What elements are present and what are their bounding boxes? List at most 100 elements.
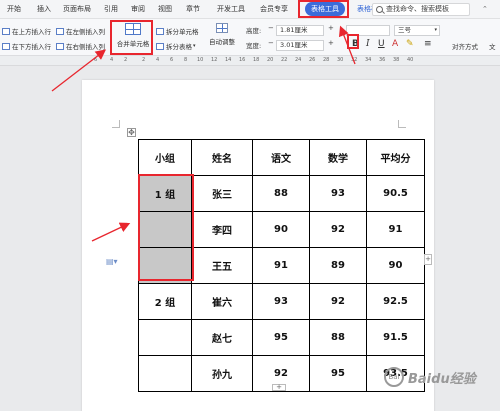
- width-increase-button[interactable]: +: [328, 39, 334, 47]
- height-label: 高度:: [246, 27, 262, 35]
- ruler-tick: 6: [94, 57, 98, 63]
- header-cell[interactable]: 数学: [309, 139, 367, 176]
- table-cell[interactable]: [138, 211, 192, 248]
- text-direction-button[interactable]: 文: [489, 41, 496, 51]
- table-cell[interactable]: 92.5: [366, 283, 425, 320]
- menu-developer[interactable]: 开发工具: [217, 4, 245, 14]
- add-column-button[interactable]: +: [424, 254, 432, 265]
- ruler-tick: 32: [351, 57, 358, 63]
- horizontal-ruler[interactable]: 6 4 2 2 4 6 8 10 12 14 16 18 20 22 24 26…: [0, 56, 500, 66]
- table-cell[interactable]: [138, 319, 192, 356]
- insert-col-right-label: 在右侧插入列: [66, 43, 105, 51]
- ruler-tick: 24: [295, 57, 302, 63]
- table-cell[interactable]: 91: [366, 211, 425, 248]
- insert-col-left-icon: [56, 27, 64, 35]
- header-cell[interactable]: 姓名: [191, 139, 253, 176]
- split-cells-button[interactable]: 拆分单元格: [156, 26, 199, 36]
- header-cell[interactable]: 平均分: [366, 139, 425, 176]
- split-cells-icon: [156, 27, 164, 35]
- table-cell[interactable]: 91: [252, 247, 310, 284]
- split-table-chevron-icon: ▾: [193, 43, 196, 49]
- font-size-select[interactable]: 三号 ▾: [394, 25, 440, 36]
- merge-cells-button[interactable]: 合并单元格: [113, 23, 153, 48]
- menu-references[interactable]: 引用: [104, 4, 118, 14]
- merge-cells-label: 合并单元格: [116, 40, 150, 48]
- height-increase-button[interactable]: +: [328, 24, 334, 32]
- ruler-tick: 26: [309, 57, 316, 63]
- table-cell[interactable]: 91.5: [366, 319, 425, 356]
- height-decrease-button[interactable]: −: [268, 24, 274, 32]
- table-cell[interactable]: 92: [309, 283, 367, 320]
- underline-button[interactable]: U: [378, 39, 385, 49]
- menu-home[interactable]: 开始: [7, 4, 21, 14]
- width-input[interactable]: 3.01厘米: [276, 40, 324, 51]
- tab-table-tools[interactable]: 表格工具: [305, 2, 345, 16]
- split-table-label: 拆分表格: [166, 43, 192, 51]
- watermark-logo-icon: Bai: [384, 367, 404, 387]
- insert-col-right-icon: [56, 42, 64, 50]
- table-cell[interactable]: 王五: [191, 247, 253, 284]
- table-cell[interactable]: 赵七: [191, 319, 253, 356]
- search-input[interactable]: 查找命令、搜索模板: [372, 3, 470, 16]
- table-move-handle[interactable]: ✥: [127, 128, 136, 137]
- table-header-row: 小组 姓名 语文 数学 平均分: [138, 139, 425, 176]
- table-cell[interactable]: 88: [252, 175, 310, 212]
- menu-page-layout[interactable]: 页面布局: [63, 4, 91, 14]
- margin-corner: [112, 120, 120, 128]
- align-icon[interactable]: ≡: [424, 39, 432, 49]
- table-cell[interactable]: 90.5: [366, 175, 425, 212]
- insert-row-below-button[interactable]: 在下方插入行: [2, 41, 51, 51]
- header-cell[interactable]: 语文: [252, 139, 310, 176]
- menu-review[interactable]: 审阅: [131, 4, 145, 14]
- menu-member[interactable]: 会员专享: [260, 4, 288, 14]
- italic-button[interactable]: I: [366, 39, 370, 49]
- menu-view[interactable]: 视图: [158, 4, 172, 14]
- split-table-button[interactable]: 拆分表格 ▾: [156, 41, 196, 51]
- table-cell[interactable]: [138, 247, 192, 284]
- insert-row-above-button[interactable]: 在上方插入行: [2, 26, 51, 36]
- menu-chapter[interactable]: 章节: [186, 4, 200, 14]
- table-cell[interactable]: 张三: [191, 175, 253, 212]
- auto-adjust-button[interactable]: 自动调整: [206, 23, 238, 46]
- ruler-tick: 20: [267, 57, 274, 63]
- table-cell[interactable]: 崔六: [191, 283, 253, 320]
- table-cell[interactable]: 88: [309, 319, 367, 356]
- ruler-tick: 38: [393, 57, 400, 63]
- table-cell[interactable]: 1 组: [138, 175, 192, 212]
- table-cell[interactable]: 90: [252, 211, 310, 248]
- insert-col-right-button[interactable]: 在右侧插入列: [56, 41, 105, 51]
- table-cell[interactable]: 95: [252, 319, 310, 356]
- ruler-tick: 12: [211, 57, 218, 63]
- table-cell[interactable]: 93: [252, 283, 310, 320]
- table-cell[interactable]: 2 组: [138, 283, 192, 320]
- table-cell[interactable]: 90: [366, 247, 425, 284]
- table-cell[interactable]: 孙九: [191, 355, 253, 392]
- table-cell[interactable]: 92: [309, 211, 367, 248]
- menu-insert[interactable]: 插入: [37, 4, 51, 14]
- add-row-button[interactable]: +: [272, 384, 286, 391]
- highlight-color-button[interactable]: ✎: [406, 39, 414, 49]
- table-cell[interactable]: [138, 355, 192, 392]
- ruler-tick: 36: [379, 57, 386, 63]
- ruler-tick: 14: [225, 57, 232, 63]
- align-button[interactable]: 对齐方式: [452, 41, 478, 51]
- auto-adjust-icon: [216, 23, 228, 33]
- insert-col-left-label: 在左侧插入列: [66, 28, 105, 36]
- table-cell[interactable]: 李四: [191, 211, 253, 248]
- table-cell[interactable]: 95: [309, 355, 367, 392]
- ruler-tick: 10: [197, 57, 204, 63]
- header-cell[interactable]: 小组: [138, 139, 192, 176]
- table-cell[interactable]: 89: [309, 247, 367, 284]
- paragraph-icon[interactable]: ▤▾: [106, 257, 118, 266]
- insert-col-left-button[interactable]: 在左侧插入列: [56, 26, 105, 36]
- table-cell[interactable]: 93: [309, 175, 367, 212]
- insert-row-above-icon: [2, 27, 10, 35]
- height-input[interactable]: 1.81厘米: [276, 25, 324, 36]
- bold-button[interactable]: B: [352, 39, 359, 49]
- insert-row-above-label: 在上方插入行: [12, 28, 51, 36]
- width-decrease-button[interactable]: −: [268, 39, 274, 47]
- font-color-button[interactable]: A: [392, 39, 398, 49]
- font-name-select[interactable]: [346, 25, 390, 36]
- chevron-up-icon[interactable]: ⌃: [482, 5, 488, 13]
- ruler-tick: 16: [239, 57, 246, 63]
